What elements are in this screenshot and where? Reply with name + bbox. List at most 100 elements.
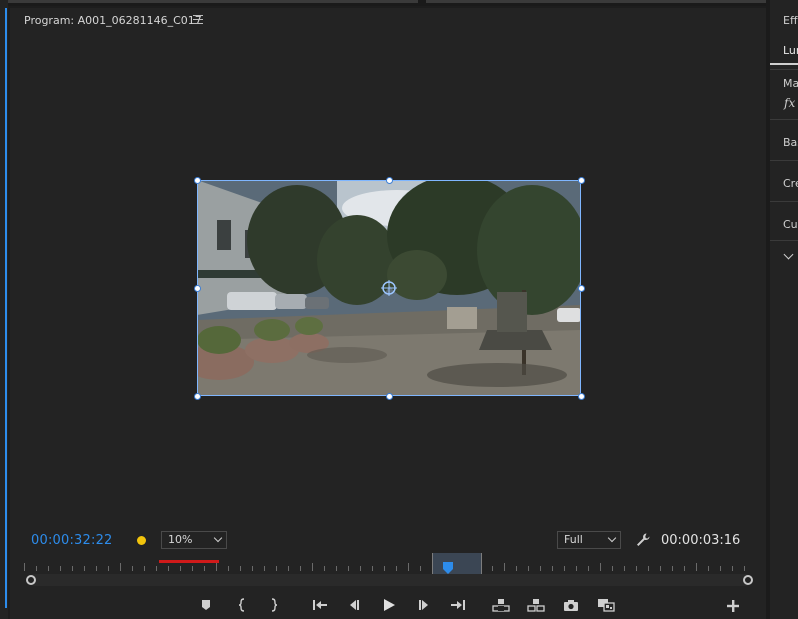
divider [770,240,798,241]
ruler-tick [672,566,673,571]
ruler-tick [660,566,661,571]
marker-indicator-icon [137,536,146,545]
step-forward-icon [419,600,428,610]
ruler-tick [504,563,505,571]
playhead-icon[interactable] [443,559,453,574]
chevron-down-icon [213,533,223,543]
ruler-tick [372,566,373,571]
anchor-point-icon[interactable] [381,280,397,296]
section-creative[interactable]: Cre [783,177,798,190]
transform-handle-bottom[interactable] [386,393,393,400]
extract-button[interactable] [526,596,546,614]
comparison-view-button[interactable] [596,596,616,614]
ruler-tick [204,566,205,571]
ruler-tick [600,563,601,571]
ruler-tick [156,566,157,571]
plus-icon[interactable] [726,598,744,616]
chevron-down-icon[interactable] [783,249,794,260]
ruler-tick [312,563,313,571]
chevron-down-icon [607,533,617,543]
ruler-tick [324,566,325,571]
divider [770,119,798,120]
ruler-tick [108,566,109,571]
transform-handle-bottom-left[interactable] [194,393,201,400]
ruler-tick [708,566,709,571]
panel-focus-indicator [5,8,7,608]
ruler-tick [96,566,97,571]
tab-lumetri-color[interactable]: Lun [783,44,798,57]
duration-timecode: 00:00:03:16 [661,533,741,548]
zoom-scroll-handle-right[interactable] [743,575,753,585]
go-to-out-button[interactable] [448,596,468,614]
ruler-tick [228,566,229,571]
section-basic-correction[interactable]: Bas [783,136,798,149]
ruler-tick [84,566,85,571]
mark-out-button[interactable] [264,596,284,614]
ruler-tick [216,563,217,571]
ruler-tick [252,566,253,571]
tab-effect-controls[interactable]: Effe [783,14,798,27]
ruler-tick [264,566,265,571]
panel-title[interactable]: Program: A001_06281146_C017 [24,14,202,27]
ruler-tick [648,566,649,571]
play-button[interactable] [379,596,399,614]
transform-handle-left[interactable] [194,285,201,292]
transform-handle-bottom-right[interactable] [578,393,585,400]
work-area-zone[interactable] [432,553,482,575]
playback-resolution-value: Full [564,533,583,546]
ruler-tick [360,566,361,571]
transform-handle-top[interactable] [386,177,393,184]
section-curves[interactable]: Cur [783,218,798,231]
panel-header: Program: A001_06281146_C017 [10,8,766,34]
ruler-tick [144,566,145,571]
go-to-out-icon [451,600,465,610]
ruler-tick [384,566,385,571]
ruler-tick [492,566,493,571]
playhead-timecode[interactable]: 00:00:32:22 [31,533,113,548]
ruler-tick [636,566,637,571]
playback-resolution-dropdown[interactable]: Full [557,531,621,549]
transform-handle-right[interactable] [578,285,585,292]
export-frame-button[interactable] [561,596,581,614]
hamburger-icon[interactable] [193,15,203,25]
ruler-tick [516,566,517,571]
play-icon [384,599,395,611]
extract-icon [527,599,545,612]
transport-controls [10,596,766,616]
ruler-tick [552,566,553,571]
ruler-tick [696,563,697,571]
mark-in-icon [238,598,245,612]
ruler-tick [120,563,121,571]
ruler-tick [396,566,397,571]
ruler-tick [180,566,181,571]
transform-handle-top-right[interactable] [578,177,585,184]
zoom-level-dropdown[interactable]: 10% [161,531,227,549]
ruler-tick [60,566,61,571]
ruler-tick [192,566,193,571]
step-back-button[interactable] [344,596,364,614]
ruler-tick [420,566,421,571]
add-marker-button[interactable] [196,596,216,614]
ruler-tick [540,566,541,571]
fx-icon[interactable]: fx [784,96,795,110]
marker-icon [202,600,210,610]
zoom-scroll-bar[interactable] [29,574,751,586]
lift-button[interactable] [491,596,511,614]
active-tab-indicator [770,63,798,65]
mark-in-button[interactable] [232,596,252,614]
ruler-tick [48,566,49,571]
ruler-tick [336,566,337,571]
ruler-tick [276,566,277,571]
ruler-tick [684,566,685,571]
zoom-scroll-handle-left[interactable] [26,575,36,585]
program-monitor-panel: Program: A001_06281146_C017 00:00:32:22 … [10,8,766,619]
transform-handle-top-left[interactable] [194,177,201,184]
ruler-tick [588,566,589,571]
step-forward-button[interactable] [414,596,434,614]
wrench-icon[interactable] [635,532,651,548]
go-to-in-icon [313,600,327,610]
scroll-track [8,0,418,3]
ruler-tick [408,563,409,571]
go-to-in-button[interactable] [310,596,330,614]
ruler-tick [576,566,577,571]
